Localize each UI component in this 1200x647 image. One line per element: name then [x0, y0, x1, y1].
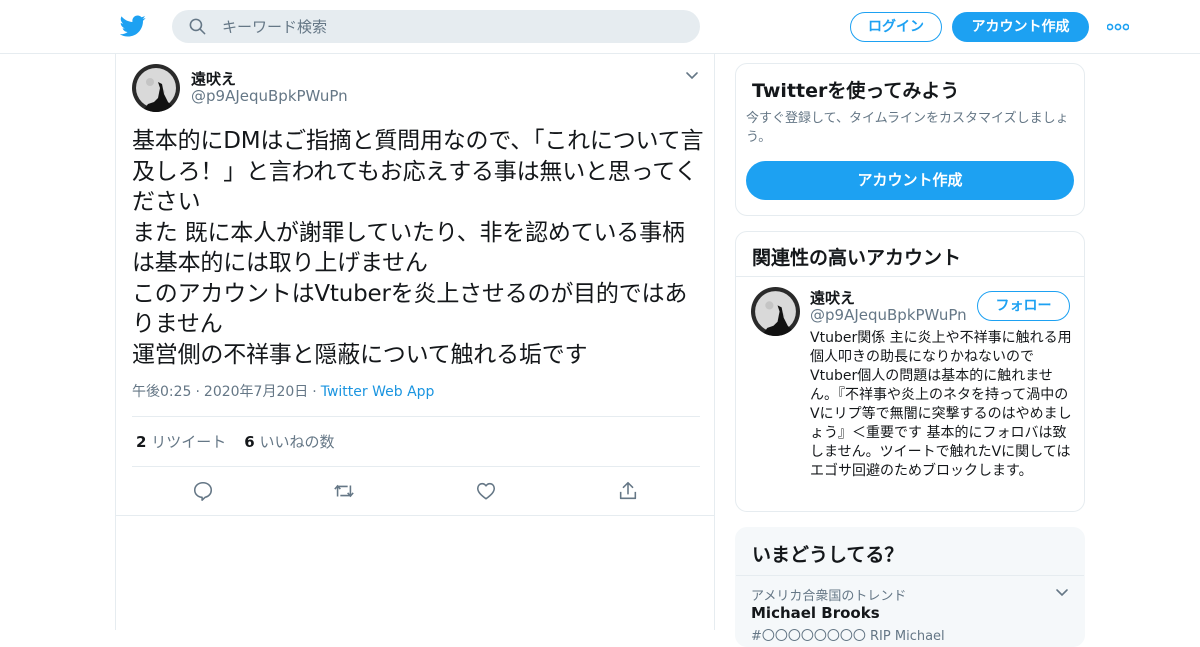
signup-card: Twitterを使ってみよう 今すぐ登録して、タイムラインをカスタマイズしましょ… — [735, 63, 1085, 216]
trend-name[interactable]: Michael Brooks — [751, 604, 880, 622]
trend-snippet: #〇〇〇〇〇〇〇〇 RIP Michael — [751, 629, 945, 644]
related-account-name[interactable]: 遠吠え — [810, 287, 855, 308]
related-accounts-title: 関連性の高いアカウント — [752, 247, 962, 269]
search-box[interactable] — [172, 10, 700, 43]
divider — [116, 515, 714, 516]
divider — [132, 416, 700, 417]
twitter-bird-icon[interactable] — [120, 13, 146, 39]
tweet-source-app[interactable]: Twitter Web App — [321, 384, 435, 400]
tweet-date[interactable]: 2020年7月20日 — [204, 384, 308, 400]
related-account-handle[interactable]: @p9AJequBpkPWuPn — [810, 306, 967, 324]
signup-card-button[interactable]: アカウント作成 — [746, 161, 1074, 200]
chevron-down-icon[interactable] — [1054, 585, 1070, 601]
retweet-icon[interactable] — [333, 480, 355, 502]
trend-location: アメリカ合衆国のトレンド — [751, 589, 907, 604]
divider — [736, 276, 1084, 277]
author-handle[interactable]: @p9AJequBpkPWuPn — [191, 87, 348, 105]
more-dots-icon[interactable] — [1107, 23, 1129, 31]
avatar[interactable] — [132, 64, 180, 112]
wolf-moon-image — [751, 287, 800, 336]
follow-button[interactable]: フォロー — [977, 291, 1070, 321]
chevron-down-icon[interactable] — [684, 68, 700, 84]
login-button[interactable]: ログイン — [850, 12, 942, 42]
share-icon[interactable] — [617, 480, 639, 502]
tweet-text: 基本的にDMはご指摘と質問用なので、「これについて言及しろ！」と言われてもお応え… — [132, 128, 704, 368]
trends-card: いまどうしてる？ アメリカ合衆国のトレンド Michael Brooks #〇〇… — [735, 527, 1085, 647]
author-name[interactable]: 遠吠え — [191, 68, 236, 89]
tweet-stats: 2 リツイート 6 いいねの数 — [136, 431, 334, 452]
tweet-time[interactable]: 午後0:25 — [132, 384, 191, 400]
signup-card-title: Twitterを使ってみよう — [752, 80, 960, 102]
reply-icon[interactable] — [192, 480, 214, 502]
search-input[interactable] — [222, 10, 682, 43]
tweet-detail: 遠吠え @p9AJequBpkPWuPn 基本的にDMはご指摘と質問用なので、「… — [115, 54, 715, 630]
wolf-moon-image — [132, 64, 180, 112]
top-nav: ログイン アカウント作成 — [0, 0, 1200, 54]
retweet-stat[interactable]: 2 リツイート — [136, 433, 226, 451]
search-icon — [189, 18, 206, 35]
avatar[interactable] — [751, 287, 800, 336]
divider — [132, 466, 700, 467]
tweet-timestamp: 午後0:25 · 2020年7月20日 · Twitter Web App — [132, 384, 435, 400]
like-stat[interactable]: 6 いいねの数 — [244, 433, 334, 451]
signup-card-subtitle: 今すぐ登録して、タイムラインをカスタマイズしましょう。 — [746, 111, 1069, 145]
related-account-bio: Vtuber関係 主に炎上や不祥事に触れる用 個人叩きの助長になりかねないのでV… — [810, 330, 1072, 479]
related-accounts-card: 関連性の高いアカウント 遠吠え @p9AJequBpkPWuPn フォロー Vt… — [735, 231, 1085, 512]
signup-button[interactable]: アカウント作成 — [952, 12, 1089, 42]
trends-title: いまどうしてる？ — [752, 544, 904, 566]
divider — [736, 575, 1084, 576]
heart-icon[interactable] — [475, 480, 497, 502]
